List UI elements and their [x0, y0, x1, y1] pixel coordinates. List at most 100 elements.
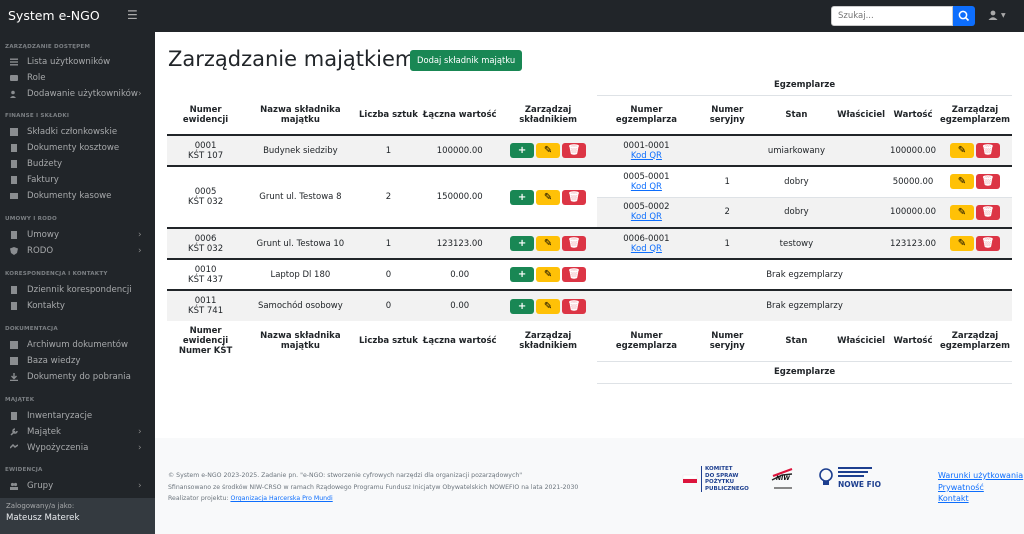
- copy-owner: [834, 227, 889, 259]
- pencil-icon: ✎: [543, 300, 553, 312]
- sidebar-item-label: Dokumenty kosztowe: [27, 143, 120, 153]
- copy-number: 0005-0001 Kod QR: [597, 165, 696, 197]
- qr-code-link[interactable]: Kod QR: [631, 212, 662, 222]
- col-footer: Stan: [785, 335, 808, 346]
- no-copies-text: Brak egzemplarzy: [597, 258, 1012, 290]
- sidebar-item-groups[interactable]: Grupy ›: [0, 478, 155, 494]
- add-copy-button[interactable]: +: [510, 143, 535, 158]
- sidebar-item-journal[interactable]: Dziennik korespondencji: [0, 282, 155, 298]
- group-header-copies: Egzemplarze: [774, 79, 836, 90]
- plus-icon: +: [517, 269, 527, 280]
- privacy-link[interactable]: Prywatność: [938, 482, 1023, 494]
- shield-icon: [10, 247, 18, 255]
- delete-asset-button[interactable]: 🗑: [562, 236, 587, 251]
- copy-owner: [834, 196, 889, 228]
- contact-link[interactable]: Kontakt: [938, 493, 1023, 505]
- search-button[interactable]: [953, 6, 975, 26]
- sidebar-toggle-icon[interactable]: ☰: [127, 8, 138, 22]
- realizator-link[interactable]: Organizacja Harcerska Pro Mundi: [230, 495, 332, 502]
- poland-flag-icon: [682, 474, 698, 483]
- sidebar-item-cost-docs[interactable]: Dokumenty kosztowe: [0, 140, 155, 156]
- edit-copy-button[interactable]: ✎: [950, 204, 974, 220]
- no-copies-text: Brak egzemplarzy: [597, 289, 1012, 321]
- edit-asset-button[interactable]: ✎: [536, 236, 561, 251]
- list-icon: [10, 58, 18, 66]
- user-menu[interactable]: ▼: [988, 10, 1006, 20]
- sidebar-item-cash-docs[interactable]: Dokumenty kasowe: [0, 188, 155, 204]
- sidebar-item-invoices[interactable]: Faktury: [0, 172, 155, 188]
- copy-serial: 1: [695, 227, 759, 259]
- qr-code-link[interactable]: Kod QR: [631, 151, 662, 161]
- sidebar-item-add-users[interactable]: Dodawanie użytkowników ›: [0, 86, 155, 102]
- sidebar-item-knowledge-base[interactable]: Baza wiedzy: [0, 353, 155, 369]
- copy-owner: [834, 135, 889, 166]
- copy-value: 100000.00: [888, 196, 939, 228]
- qr-code-link[interactable]: Kod QR: [631, 182, 662, 192]
- edit-asset-button[interactable]: ✎: [536, 298, 561, 314]
- table-row: 0010 KŚT 437 Laptop Dl 180 0 0.00 + ✎ 🗑 Bra…: [167, 258, 1012, 290]
- delete-copy-button[interactable]: 🗑: [976, 236, 1000, 251]
- chevron-right-icon: ›: [138, 481, 142, 491]
- clipboard-icon: [10, 412, 18, 420]
- sidebar-item-label: Kontakty: [27, 301, 65, 311]
- edit-asset-button[interactable]: ✎: [536, 267, 561, 282]
- sidebar-item-archive[interactable]: Archiwum dokumentów: [0, 337, 155, 353]
- asset-qty: 2: [356, 165, 421, 228]
- asset-actions: + ✎ 🗑: [499, 258, 598, 290]
- id-card-icon: [10, 74, 18, 82]
- delete-copy-button[interactable]: 🗑: [976, 143, 1000, 158]
- chevron-right-icon: ›: [138, 89, 142, 99]
- delete-asset-button[interactable]: 🗑: [562, 267, 587, 282]
- niw-logo-text: NIW: [776, 475, 790, 482]
- delete-copy-button[interactable]: 🗑: [976, 204, 1000, 220]
- sidebar-item-label: Dokumenty do pobrania: [27, 372, 131, 382]
- asset-total: 100000.00: [420, 135, 500, 166]
- sidebar-item-rentals[interactable]: Wypożyczenia ›: [0, 440, 155, 456]
- sidebar-item-assets[interactable]: Majątek ›: [0, 424, 155, 440]
- asset-total: 150000.00: [420, 165, 500, 228]
- chevron-right-icon: ›: [138, 246, 142, 256]
- add-asset-button[interactable]: Dodaj składnik majątku: [410, 50, 523, 71]
- sidebar-item-label: Grupy: [27, 481, 54, 491]
- sidebar-section-finance: Finanse i składki: [5, 113, 70, 119]
- asset-total: 0.00: [420, 289, 500, 321]
- sidebar-item-contacts[interactable]: Kontakty: [0, 298, 155, 314]
- sidebar-item-budgets[interactable]: Budżety: [0, 156, 155, 172]
- edit-asset-button[interactable]: ✎: [536, 143, 561, 158]
- trash-icon: 🗑: [981, 238, 995, 249]
- asset-qty: 1: [356, 227, 421, 259]
- search-input[interactable]: [831, 6, 953, 26]
- edit-copy-button[interactable]: ✎: [950, 236, 974, 251]
- delete-asset-button[interactable]: 🗑: [562, 189, 587, 205]
- edit-copy-button[interactable]: ✎: [950, 143, 974, 158]
- pencil-icon: ✎: [543, 145, 553, 156]
- add-copy-button[interactable]: +: [510, 298, 535, 314]
- sidebar-item-rodo[interactable]: RODO ›: [0, 243, 155, 259]
- app-brand[interactable]: System e-NGO: [8, 8, 100, 23]
- sidebar-item-downloads[interactable]: Dokumenty do pobrania: [0, 369, 155, 385]
- add-copy-button[interactable]: +: [510, 189, 535, 205]
- qr-code-link[interactable]: Kod QR: [631, 244, 662, 254]
- delete-asset-button[interactable]: 🗑: [562, 298, 587, 314]
- col-header: Łączna wartość: [420, 95, 500, 136]
- document-icon: [10, 231, 18, 239]
- add-copy-button[interactable]: +: [510, 236, 535, 251]
- add-copy-button[interactable]: +: [510, 267, 535, 282]
- col-header: Nazwa składnika majątku: [244, 95, 357, 136]
- sidebar-section-access: Zarządzanie dostępem: [5, 44, 91, 50]
- delete-copy-button[interactable]: 🗑: [976, 174, 1000, 190]
- edit-copy-button[interactable]: ✎: [950, 174, 974, 190]
- sidebar-item-label: Wypożyczenia: [27, 443, 89, 453]
- chevron-right-icon: ›: [138, 443, 142, 453]
- sidebar-item-roles[interactable]: Role: [0, 70, 155, 86]
- edit-asset-button[interactable]: ✎: [536, 189, 561, 205]
- sidebar-item-contracts[interactable]: Umowy ›: [0, 227, 155, 243]
- terms-link[interactable]: Warunki użytkowania: [938, 470, 1023, 482]
- sidebar-item-inventories[interactable]: Inwentaryzacje: [0, 408, 155, 424]
- delete-asset-button[interactable]: 🗑: [562, 143, 587, 158]
- sidebar-item-users[interactable]: Lista użytkowników: [0, 54, 155, 70]
- sidebar-item-fees[interactable]: Składki członkowskie: [0, 124, 155, 140]
- copy-actions: ✎ 🗑: [938, 227, 1012, 259]
- sidebar-item-label: Budżety: [27, 159, 63, 169]
- handshake-icon: [9, 443, 19, 452]
